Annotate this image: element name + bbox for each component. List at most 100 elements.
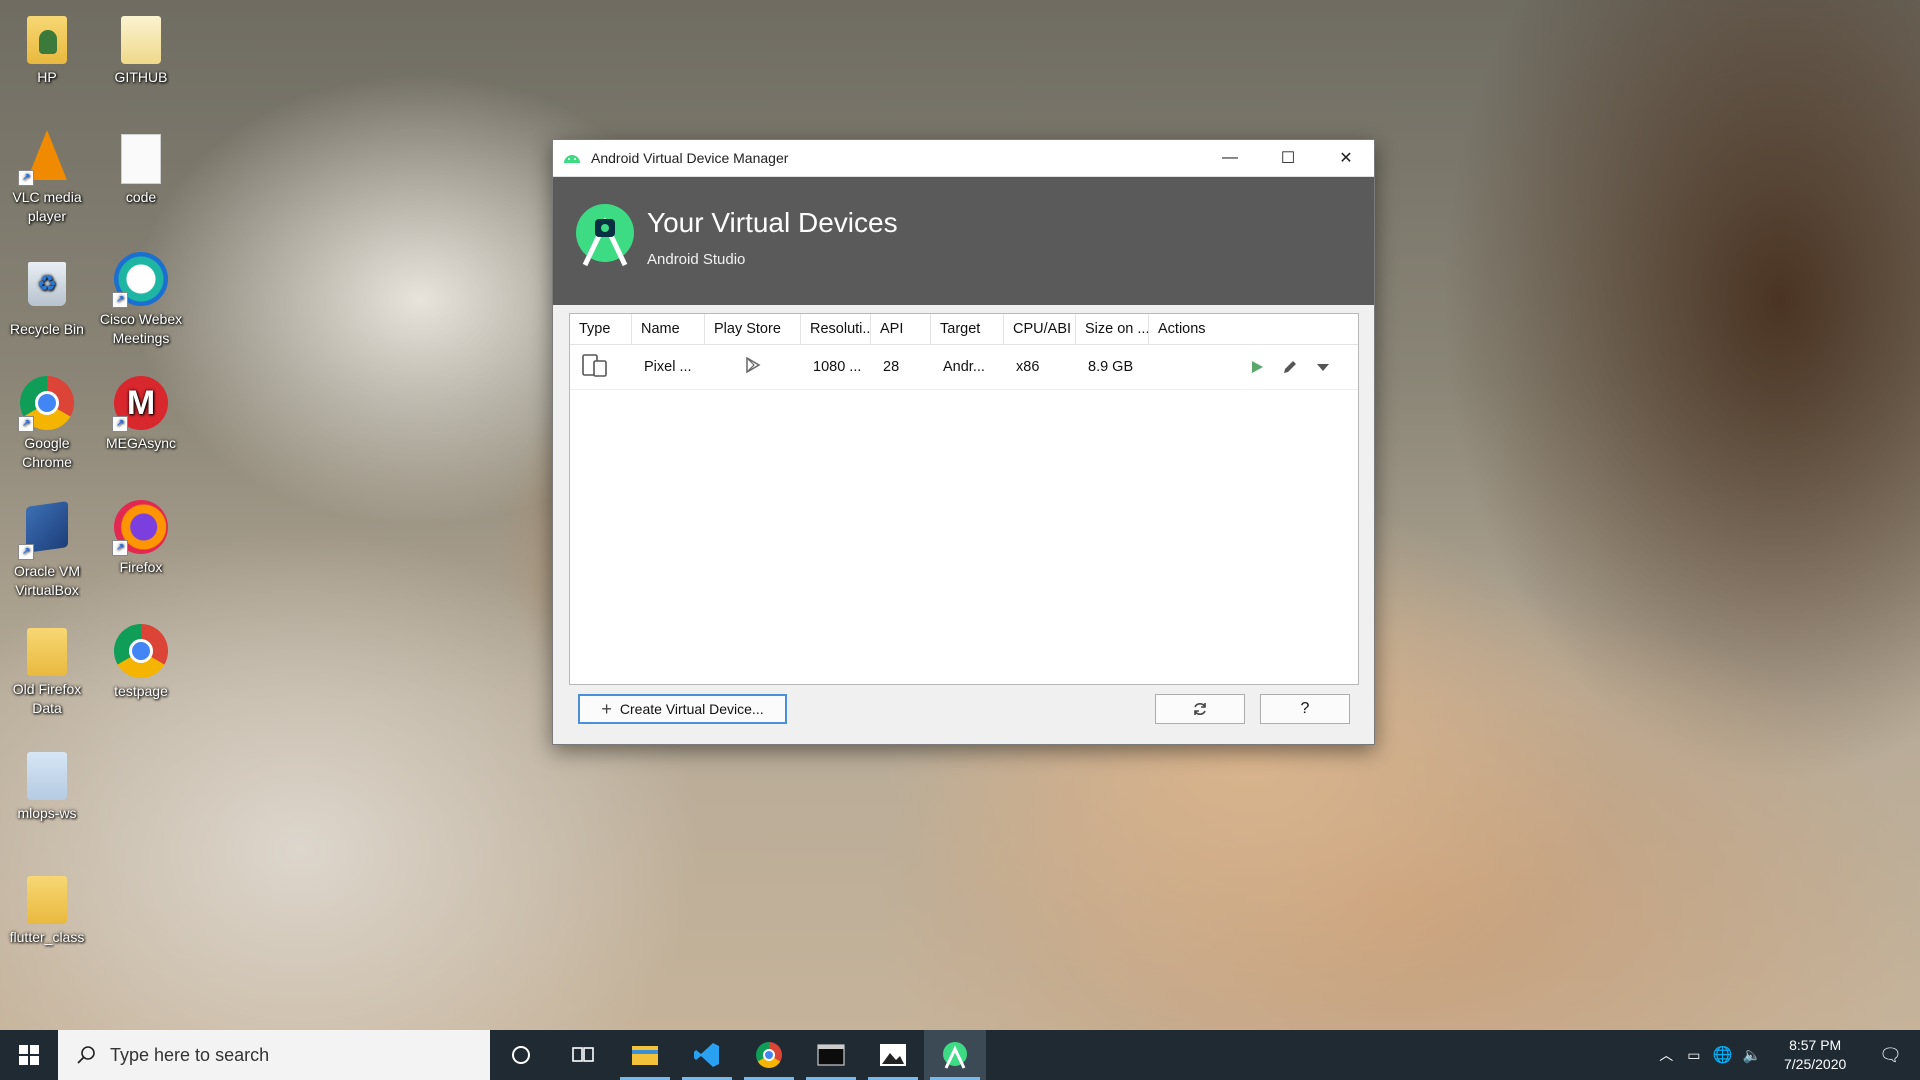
volume-icon[interactable]: 🔈 [1742, 1046, 1761, 1064]
avd-manager-window: Android Virtual Device Manager — ☐ ✕ You… [552, 139, 1375, 745]
desktop-icon-label: Old Firefox Data [12, 681, 82, 716]
desktop-icon-recycle-bin[interactable]: ♻ Recycle Bin [2, 258, 92, 339]
desktop-icon-label: flutter_class [9, 929, 85, 945]
desktop-icon-label: Google Chrome [22, 435, 72, 470]
table-row[interactable]: Pixel ... 1080 ... 28 Andr... x86 8.9 GB [570, 345, 1358, 390]
header-banner: Your Virtual Devices Android Studio [553, 177, 1374, 305]
desktop-icon-label: code [125, 189, 157, 205]
api-cell: 28 [883, 359, 900, 375]
shortcut-arrow-icon: ↗ [18, 170, 34, 186]
chrome-icon [114, 624, 168, 678]
taskbar-photos[interactable] [862, 1030, 924, 1080]
play-store-icon [746, 357, 761, 374]
taskbar: Type here to search ︿ ▭ 🌐 🔈 8:57 PM 7/25… [0, 1030, 1920, 1080]
globe-icon[interactable]: 🌐 [1713, 1045, 1733, 1065]
task-view-icon [572, 1047, 594, 1062]
page-subtitle: Android Studio [647, 251, 746, 268]
close-button[interactable]: ✕ [1317, 140, 1375, 176]
folder-icon [27, 628, 67, 676]
target-cell: Andr... [943, 359, 985, 375]
refresh-icon [1194, 703, 1206, 715]
task-view-button[interactable] [552, 1030, 614, 1080]
shortcut-arrow-icon: ↗ [18, 544, 34, 560]
windows-logo-icon [19, 1045, 39, 1065]
taskbar-android-studio[interactable] [924, 1030, 986, 1080]
vscode-icon [694, 1043, 719, 1067]
resolution-cell: 1080 ... [813, 359, 862, 375]
create-button-label: Create Virtual Device... [619, 701, 764, 717]
column-header-name[interactable]: Name [632, 314, 705, 344]
create-virtual-device-button[interactable]: + Create Virtual Device... [578, 694, 787, 724]
desktop-icon-flutter-class[interactable]: flutter_class [2, 872, 92, 947]
shortcut-arrow-icon: ↗ [18, 416, 34, 432]
android-icon [564, 155, 580, 163]
column-header-type[interactable]: Type [570, 314, 632, 344]
phone-tablet-icon [582, 354, 607, 377]
help-label: ? [1300, 700, 1310, 717]
table-header: Type Name Play Store Resoluti... API Tar… [570, 314, 1358, 345]
column-header-size[interactable]: Size on ... [1076, 314, 1149, 344]
column-header-play-store[interactable]: Play Store [705, 314, 801, 344]
folder-icon [121, 16, 161, 64]
file-icon [121, 134, 161, 184]
search-placeholder: Type here to search [110, 1044, 270, 1065]
refresh-button[interactable] [1155, 694, 1245, 724]
close-icon: ✕ [1339, 150, 1353, 167]
taskbar-vscode[interactable] [676, 1030, 738, 1080]
taskbar-terminal[interactable] [800, 1030, 862, 1080]
cortana-button[interactable] [490, 1030, 552, 1080]
desktop-icon-megasync[interactable]: M ↗ MEGAsync [96, 376, 186, 453]
desktop-icon-code[interactable]: code [96, 130, 186, 207]
desktop-icon-google-chrome[interactable]: ↗ Google Chrome [2, 376, 92, 472]
devices-table: Type Name Play Store Resoluti... API Tar… [569, 313, 1359, 685]
file-explorer-icon [632, 1046, 658, 1065]
minimize-button[interactable]: — [1201, 140, 1259, 176]
desktop-icon-testpage[interactable]: testpage [96, 624, 186, 701]
page-title: Your Virtual Devices [647, 207, 898, 238]
chevron-up-icon[interactable]: ︿ [1659, 1045, 1673, 1065]
maximize-button[interactable]: ☐ [1259, 140, 1317, 176]
shortcut-arrow-icon: ↗ [112, 416, 128, 432]
desktop-icon-virtualbox[interactable]: ↗ Oracle VM VirtualBox [2, 500, 92, 600]
minimize-icon: — [1222, 149, 1238, 166]
android-studio-icon [943, 1042, 967, 1069]
start-button[interactable] [0, 1030, 58, 1080]
column-header-api[interactable]: API [871, 314, 931, 344]
virtualbox-cube-icon: ↗ [18, 501, 74, 560]
desktop-icon-hp[interactable]: HP [2, 12, 92, 87]
taskbar-chrome[interactable] [738, 1030, 800, 1080]
play-icon[interactable] [1249, 359, 1265, 375]
taskbar-clock[interactable]: 8:57 PM 7/25/2020 [1775, 1036, 1855, 1074]
window-titlebar[interactable]: Android Virtual Device Manager — ☐ ✕ [553, 140, 1374, 177]
maximize-icon: ☐ [1280, 150, 1296, 167]
desktop-icon-label: HP [37, 69, 57, 85]
column-header-actions[interactable]: Actions [1149, 314, 1357, 344]
desktop-icon-label: GITHUB [114, 69, 168, 85]
column-header-target[interactable]: Target [931, 314, 1004, 344]
desktop-icon-old-firefox-data[interactable]: Old Firefox Data [2, 624, 92, 718]
edit-pencil-icon[interactable] [1281, 358, 1299, 376]
column-header-resolution[interactable]: Resoluti... [801, 314, 871, 344]
taskbar-search-box[interactable]: Type here to search [58, 1030, 490, 1080]
notifications-icon[interactable]: 🗨 [1879, 1045, 1902, 1066]
chrome-icon [756, 1042, 782, 1068]
desktop-icon-mlops-ws[interactable]: mlops-ws [2, 748, 92, 823]
desktop-icon-label: Cisco Webex Meetings [99, 311, 183, 346]
column-header-cpu-abi[interactable]: CPU/ABI [1004, 314, 1076, 344]
chevron-down-icon[interactable] [1315, 359, 1331, 375]
photos-icon [880, 1044, 906, 1066]
taskbar-file-explorer[interactable] [614, 1030, 676, 1080]
desktop-icon-github[interactable]: GITHUB [96, 12, 186, 87]
android-studio-logo-icon [576, 204, 634, 267]
desktop-icon-webex[interactable]: ↗ Cisco Webex Meetings [96, 252, 186, 348]
battery-icon[interactable]: ▭ [1687, 1047, 1700, 1064]
actions-cell [1149, 358, 1357, 376]
recycle-bin-icon: ♻ [20, 262, 74, 316]
desktop-icon-firefox[interactable]: ↗ Firefox [96, 500, 186, 577]
help-button[interactable]: ? [1260, 694, 1350, 724]
desktop-icon-vlc[interactable]: ↗ VLC media player [2, 130, 92, 226]
firefox-icon: ↗ [112, 500, 168, 556]
search-icon [77, 1046, 95, 1064]
plus-icon: + [601, 698, 612, 719]
webex-icon: ↗ [112, 252, 168, 308]
